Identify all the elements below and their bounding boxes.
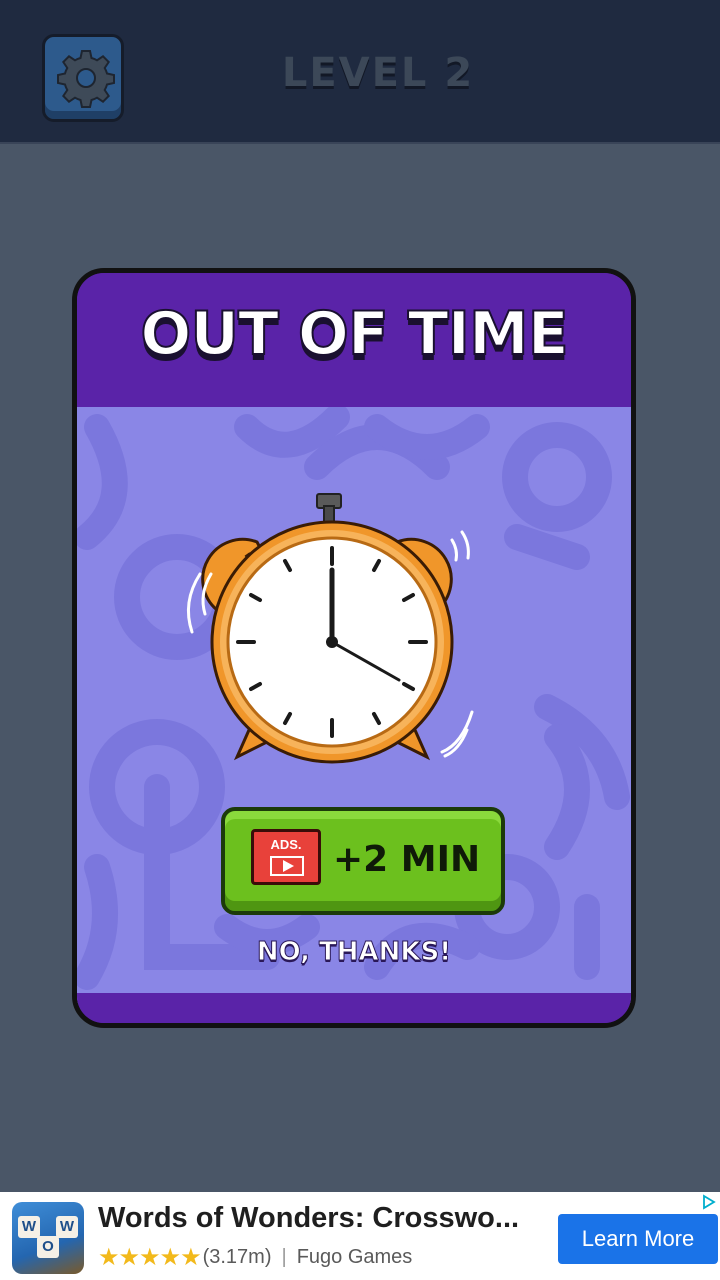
adchoices-icon[interactable] <box>702 1194 716 1210</box>
top-bar: LEVEL 2 <box>0 0 720 144</box>
review-count: (3.17m) <box>202 1245 272 1268</box>
ad-banner[interactable]: W O W Words of Wonders: Crosswo... ★★★★★… <box>0 1192 720 1280</box>
out-of-time-dialog: OUT OF TIME ADS. +2 MIN NO, THANKS! <box>72 268 636 1028</box>
no-thanks-button[interactable]: NO, THANKS! <box>77 937 631 968</box>
ad-button-label: +2 MIN <box>333 839 481 880</box>
dialog-title: OUT OF TIME <box>139 298 569 370</box>
developer-name: Fugo Games <box>296 1245 413 1268</box>
separator: | <box>281 1245 287 1268</box>
icon-letter-tile: W <box>56 1216 78 1238</box>
play-icon <box>270 856 304 876</box>
ads-video-icon: ADS. <box>251 829 321 885</box>
alarm-clock-icon <box>186 493 474 764</box>
star-rating-icon: ★★★★★ <box>98 1243 202 1271</box>
ads-icon-label: ADS. <box>270 837 302 852</box>
ad-app-name[interactable]: Words of Wonders: Crosswo... <box>98 1202 519 1235</box>
level-title: LEVEL 2 <box>281 50 475 96</box>
learn-more-button[interactable]: Learn More <box>558 1214 718 1264</box>
icon-letter-tile: W <box>18 1216 40 1238</box>
icon-letter-tile: O <box>37 1236 59 1258</box>
ad-rating-row: ★★★★★ (3.17m) | Fugo Games <box>98 1242 412 1272</box>
watch-ad-button[interactable]: ADS. +2 MIN <box>221 807 505 915</box>
dialog-footer <box>77 993 631 1023</box>
dialog-body: ADS. +2 MIN NO, THANKS! <box>77 407 631 1003</box>
app-icon[interactable]: W O W <box>12 1202 84 1274</box>
dialog-header: OUT OF TIME <box>77 273 631 407</box>
